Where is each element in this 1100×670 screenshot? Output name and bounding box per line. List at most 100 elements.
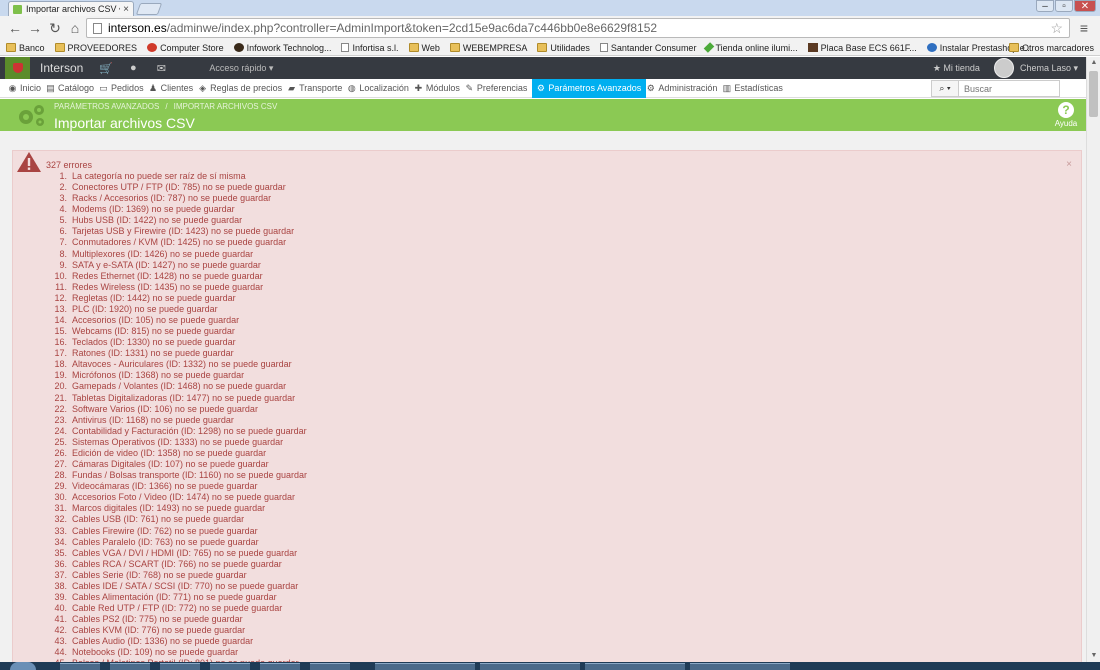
bookmark-label: WEBEMPRESA <box>462 42 528 53</box>
bookmark-item[interactable]: Santander Consumer <box>599 43 696 53</box>
bookmark-item[interactable]: Infortisa s.l. <box>341 42 399 53</box>
menu-item-transporte[interactable]: ▰ Transporte <box>287 79 347 98</box>
menu-label: Clientes <box>160 83 194 93</box>
back-icon[interactable]: ← <box>6 20 24 36</box>
main-menu: ◉ Inicio ▤ Catálogo ▭ Pedidos ♟ Clientes ◈ Re… <box>0 78 1100 98</box>
menu-item-catalogo[interactable]: ▤ Catálogo <box>46 79 99 98</box>
browser-tab[interactable]: Importar archivos CSV • In × <box>8 1 134 16</box>
error-text: Cables IDE / SATA / SCSI (ID: 770) no se… <box>72 580 299 591</box>
error-number: 3. <box>59 193 67 204</box>
taskbar-button[interactable] <box>375 663 475 670</box>
close-icon[interactable]: × <box>1066 159 1072 170</box>
tab-close-icon[interactable]: × <box>123 4 129 15</box>
menu-item-inicio[interactable]: ◉ Inicio <box>8 79 46 98</box>
error-number: 8. <box>59 248 67 259</box>
bookmark-star-icon[interactable]: ☆ <box>1050 20 1063 37</box>
menu-item-clientes[interactable]: ♟ Clientes <box>149 79 199 98</box>
breadcrumb-item[interactable]: Importar archivos CSV <box>174 102 278 111</box>
error-item: 10. Redes Ethernet (ID: 1428) no se puede… <box>47 271 307 282</box>
address-bar[interactable]: interson.es/adminwe/index.php?controller… <box>86 18 1070 38</box>
taskbar-button[interactable] <box>60 663 100 670</box>
error-item: 32. Cables USB (ID: 761) no se puede guar… <box>47 514 307 525</box>
start-button[interactable] <box>10 662 36 670</box>
bookmark-item[interactable]: Placa Base ECS 661F... <box>807 43 917 53</box>
error-text: Teclados (ID: 1330) no se puede guardar <box>72 337 236 348</box>
window-close-icon[interactable]: ✕ <box>1074 0 1096 12</box>
taskbar-button[interactable] <box>690 663 790 670</box>
reload-icon[interactable]: ↻ <box>46 20 64 37</box>
error-item: 4. Modems (ID: 1369) no se puede guardar <box>47 204 307 215</box>
bookmark-item[interactable]: PROVEEDORES <box>54 43 137 53</box>
shop-name[interactable]: Interson <box>40 61 83 75</box>
taskbar-button[interactable] <box>260 663 300 670</box>
menu-item-localizacion[interactable]: ◍ Localización <box>347 79 414 98</box>
admin-header: Interson 🛒 ● ✉ Acceso rápido ▾ ★ Mi tien… <box>0 57 1100 79</box>
browser-menu-icon[interactable]: ≡ <box>1074 20 1094 36</box>
error-item: 33. Cables Firewire (ID: 762) no se puede… <box>47 526 307 537</box>
admin-search: ⌕ ▾ <box>931 80 1060 97</box>
error-number: 32. <box>54 514 67 525</box>
error-item: 24. Contabilidad y Facturación (ID: 1298)… <box>47 426 307 437</box>
error-number: 26. <box>54 447 67 458</box>
user-name: Chema Laso <box>1019 62 1071 73</box>
error-item: 28. Fundas / Bolsas transporte (ID: 1160)… <box>47 470 307 481</box>
error-item: 16. Teclados (ID: 1330) no se puede guard… <box>47 337 307 348</box>
home-icon[interactable]: ⌂ <box>66 20 84 36</box>
credit-card-icon: ▭ <box>99 82 108 93</box>
avatar[interactable] <box>993 58 1014 78</box>
bookmark-item[interactable]: Infowork Technolog... <box>233 43 331 53</box>
help-button[interactable]: ? Ayuda <box>1051 102 1081 128</box>
scroll-thumb[interactable] <box>1089 71 1098 117</box>
window-controls: – ▫ ✕ <box>1035 0 1096 12</box>
bookmark-item[interactable]: Computer Store <box>147 43 224 53</box>
menu-item-pedidos[interactable]: ▭ Pedidos <box>99 79 149 98</box>
taskbar-button[interactable] <box>480 663 580 670</box>
search-input[interactable] <box>959 80 1060 97</box>
cart-icon[interactable]: 🛒 <box>99 62 113 75</box>
new-tab-button[interactable] <box>135 3 163 15</box>
error-number: 43. <box>54 636 67 647</box>
bookmark-item[interactable]: Tienda online ilumi... <box>704 42 798 53</box>
maximize-icon[interactable]: ▫ <box>1055 0 1073 12</box>
taskbar-button[interactable] <box>160 663 200 670</box>
error-item: 27. Cámaras Digitales (ID: 107) no se pue… <box>47 459 307 470</box>
search-icon[interactable]: ⌕ ▾ <box>931 80 959 97</box>
taskbar-button[interactable] <box>210 663 250 670</box>
menu-label: Inicio <box>20 83 42 93</box>
my-store-link[interactable]: ★ Mi tienda <box>933 63 980 74</box>
menu-item-estadisticas[interactable]: ▥ Estadísticas <box>722 79 788 98</box>
menu-item-parametros-avanzados[interactable]: ⚙ Parámetros Avanzados <box>532 78 647 98</box>
quick-access-dropdown[interactable]: Acceso rápido ▾ <box>209 63 273 74</box>
other-bookmarks[interactable]: Otros marcadores <box>1008 43 1094 53</box>
error-text: Redes Ethernet (ID: 1428) no se puede gu… <box>72 270 263 281</box>
error-number: 7. <box>59 237 67 248</box>
bookmark-item[interactable]: Banco <box>6 43 45 53</box>
site-icon <box>147 43 158 52</box>
bookmark-item[interactable]: WEBEMPRESA <box>449 42 528 53</box>
scroll-up-icon[interactable]: ▲ <box>1087 57 1100 69</box>
menu-item-modulos[interactable]: ✚ Módulos <box>414 79 465 98</box>
forward-icon[interactable]: → <box>26 20 44 36</box>
shop-logo-icon[interactable] <box>5 57 30 79</box>
menu-item-administracion[interactable]: ⚙ Administración <box>646 79 722 98</box>
page-icon <box>599 43 608 52</box>
bookmark-item[interactable]: Utilidades <box>537 43 590 53</box>
page-scrollbar[interactable]: ▲ ▼ <box>1086 57 1100 662</box>
user-menu[interactable]: Chema Laso ▾ <box>1020 63 1078 74</box>
folder-icon <box>6 43 16 52</box>
taskbar-button[interactable] <box>585 663 685 670</box>
scroll-down-icon[interactable]: ▼ <box>1087 650 1100 662</box>
taskbar-button[interactable] <box>110 663 150 670</box>
error-item: 2. Conectores UTP / FTP (ID: 785) no se p… <box>47 182 307 193</box>
menu-item-preferencias[interactable]: ✎ Preferencias <box>465 79 533 98</box>
minimize-icon[interactable]: – <box>1036 0 1054 12</box>
bookmark-label: Infortisa s.l. <box>352 42 399 53</box>
menu-item-reglas[interactable]: ◈ Reglas de precios <box>198 79 287 98</box>
user-icon[interactable]: ● <box>127 62 139 74</box>
taskbar-button[interactable] <box>310 663 350 670</box>
breadcrumb-item[interactable]: Parámetros Avanzados <box>54 102 159 111</box>
error-item: 11. Redes Wireless (ID: 1435) no se puede… <box>47 282 307 293</box>
error-item: 20. Gamepads / Volantes (ID: 1468) no se … <box>47 381 307 392</box>
bookmark-item[interactable]: Web <box>408 43 440 53</box>
envelope-icon[interactable]: ✉ <box>155 62 167 75</box>
